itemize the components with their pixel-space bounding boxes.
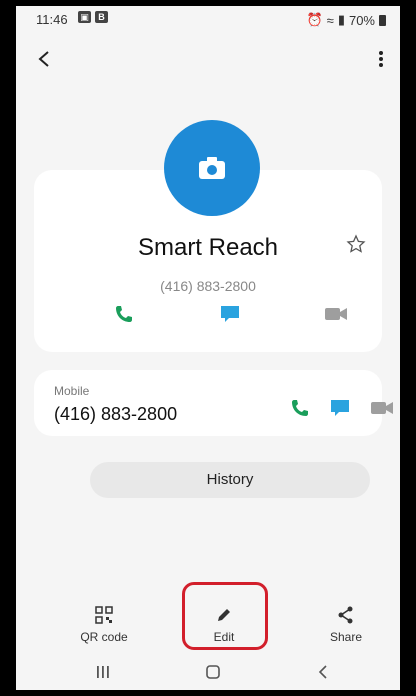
more-vertical-icon <box>379 51 383 67</box>
share-label: Share <box>329 630 363 644</box>
edit-highlight-box <box>182 582 268 650</box>
status-bar: 11:46 ▣ B ⏰ ≈ ▮ 70% <box>16 6 400 34</box>
back-nav-button[interactable] <box>308 658 338 686</box>
back-arrow-icon <box>38 51 49 67</box>
video-icon <box>325 308 347 320</box>
contact-name: Smart Reach <box>137 234 279 261</box>
mobile-number: (416) 883-2800 <box>54 404 178 424</box>
image-notification-icon: ▣ <box>78 11 91 23</box>
phone-screen: 11:46 ▣ B ⏰ ≈ ▮ 70% Smart Reach (416) 88… <box>16 6 400 690</box>
status-notifications: ▣ B <box>78 11 108 23</box>
back-nav-icon <box>318 665 327 679</box>
message-icon <box>331 400 349 416</box>
camera-icon <box>199 157 225 179</box>
contact-number: (416) 883-2800 <box>160 278 256 294</box>
phone-icon <box>292 400 308 416</box>
qr-code-icon <box>95 606 113 624</box>
mobile-label: Mobile <box>54 384 90 398</box>
home-button[interactable] <box>198 658 228 686</box>
more-options-button[interactable] <box>376 48 386 70</box>
video-icon <box>371 402 393 414</box>
status-right: ⏰ ≈ ▮ 70% <box>306 12 386 28</box>
mobile-message-button[interactable] <box>326 394 354 422</box>
contact-avatar[interactable] <box>164 120 260 216</box>
mobile-call-button[interactable] <box>286 394 314 422</box>
star-icon <box>346 234 366 253</box>
mobile-number-card[interactable]: Mobile (416) 883-2800 <box>34 370 393 436</box>
battery-icon <box>379 14 386 26</box>
message-button[interactable] <box>216 300 244 328</box>
phone-icon <box>116 306 132 322</box>
recent-apps-button[interactable] <box>88 658 118 686</box>
recent-apps-icon <box>97 666 109 678</box>
signal-icon: ▮ <box>337 12 345 27</box>
back-button[interactable] <box>34 48 56 70</box>
wifi-icon: ≈ <box>326 12 334 28</box>
share-button[interactable]: Share <box>306 604 386 644</box>
favorite-button[interactable] <box>346 234 366 254</box>
share-icon <box>338 606 353 624</box>
home-icon <box>206 665 220 679</box>
history-button[interactable]: History <box>90 462 370 498</box>
b-notification-icon: B <box>95 11 108 23</box>
video-call-button[interactable] <box>322 300 350 328</box>
alarm-icon: ⏰ <box>306 12 323 27</box>
status-time: 11:46 <box>36 12 68 27</box>
navigation-bar <box>16 658 400 686</box>
qr-code-label: QR code <box>80 630 128 644</box>
battery-percent: 70% <box>348 12 375 28</box>
mobile-video-button[interactable] <box>368 394 396 422</box>
contact-actions <box>34 300 382 328</box>
message-icon <box>221 306 239 322</box>
qr-code-button[interactable]: QR code <box>64 604 144 644</box>
call-button[interactable] <box>110 300 138 328</box>
